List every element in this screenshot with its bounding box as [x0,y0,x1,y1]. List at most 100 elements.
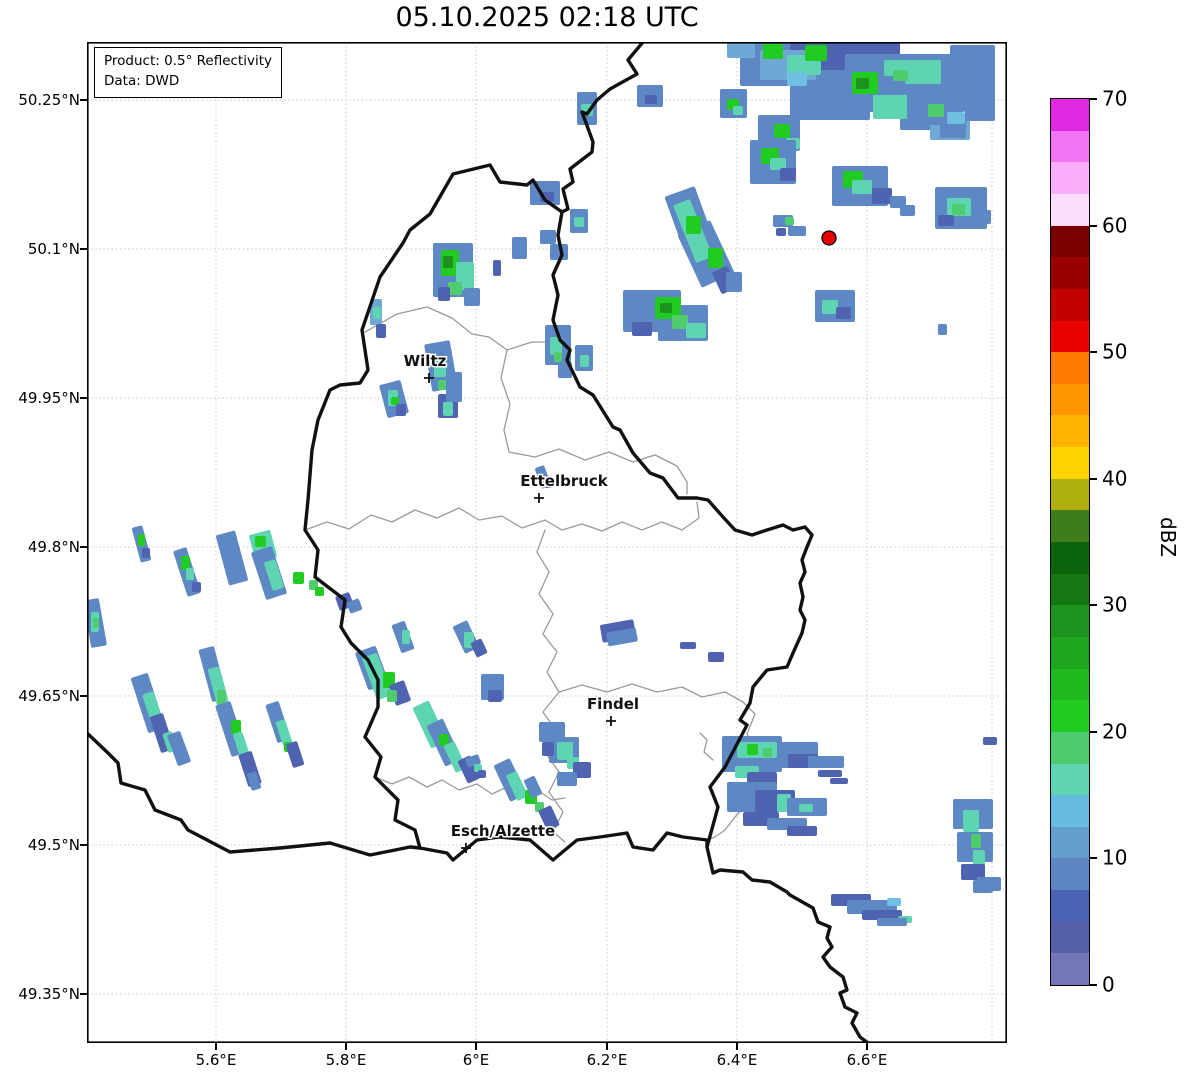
radar-echo-cell [774,124,790,138]
radar-echo-cell [733,106,743,115]
radar-echo-cell [983,737,997,745]
radar-echo-cell [142,548,150,558]
radar-echo-cell [448,282,462,295]
radar-echo-cell [975,210,991,224]
radar-echo-cell [877,918,907,926]
radar-echo-cell [973,880,993,893]
region-border [364,306,557,351]
radar-echo-cell [928,104,944,117]
radar-echo-cell [952,204,965,215]
radar-echo-cell [138,534,145,546]
colorbar-segment [1051,130,1089,163]
colorbar-tickmark [1090,730,1097,733]
radar-echo-cell [255,536,266,547]
colorbar-segment [1051,193,1089,226]
lon-tickmark [215,1043,217,1050]
colorbar-tick-label: 0 [1102,972,1115,997]
country-border [560,42,645,214]
radar-echo-cell [217,690,226,704]
lat-tickmark [80,248,87,250]
radar-echo-cell [836,307,851,319]
radar-echo-cell [672,315,688,329]
radar-echo-cell [542,742,554,756]
colorbar-tickmark [1090,477,1097,480]
colorbar-segment [1051,826,1089,859]
colorbar-tick-label: 40 [1102,466,1128,491]
radar-echo-cell [231,720,241,734]
lat-tick-label: 49.65°N [18,687,80,705]
radar-echo-cell [660,303,672,313]
region-border [304,507,480,531]
radar-echo-cell [788,226,806,236]
radar-echo-cell [873,95,909,119]
colorbar-segment [1051,351,1089,384]
lon-tick-label: 5.6°E [195,1051,237,1069]
radar-echo-cell [971,834,981,848]
radar-echo-cell [540,230,556,244]
colorbar-segment [1051,604,1089,637]
radar-echo-cell [938,324,947,335]
product-info-box: Product: 0.5° Reflectivity Data: DWD [94,47,282,98]
radar-echo-cell [686,216,701,234]
radar-echo-cell [787,826,817,836]
radar-site-dot [821,230,837,246]
colorbar-segment [1051,320,1089,353]
colorbar-segment [1051,256,1089,289]
radar-echo-cell [747,744,758,755]
radar-echo-cell [726,272,742,292]
lon-tickmark [345,1043,347,1050]
radar-echo-cell [887,898,901,906]
colorbar-tickmark [1090,604,1097,607]
radar-echo-cell [438,287,450,301]
colorbar-segment [1051,415,1089,448]
radar-echo-cell [856,78,869,89]
colorbar-segment [1051,446,1089,479]
region-border [536,529,566,843]
radar-echo-cell [93,618,99,628]
product-line: Product: 0.5° Reflectivity [104,53,272,69]
radar-echo-cell [763,44,783,59]
radar-echo-cell [376,324,386,338]
colorbar [1050,98,1090,986]
radar-echo-cell [686,323,706,338]
region-border [478,501,700,532]
colorbar-segment [1051,98,1089,131]
radar-echo-cell [632,322,652,336]
colorbar-tickmark [1090,98,1097,100]
colorbar-segment [1051,573,1089,606]
radar-echo-cell [402,630,410,644]
colorbar-segment [1051,225,1089,258]
colorbar-segment [1051,478,1089,511]
lon-tick-label: 6°E [462,1051,490,1069]
radar-echo-cell [443,256,453,268]
region-border [699,732,714,761]
lat-tickmark [80,397,87,399]
colorbar-segment [1051,952,1089,985]
colorbar-segment [1051,541,1089,574]
radar-echo-cell [805,45,827,61]
colorbar-tickmark [1090,351,1097,354]
radar-echo-cell [763,748,772,757]
lon-tick-label: 5.8°E [325,1051,367,1069]
radar-echo-cell [799,804,813,812]
data-source-line: Data: DWD [104,73,180,90]
lat-tickmark [80,695,87,697]
radar-echo-cell [512,237,527,259]
lon-tickmark [736,1043,738,1050]
radar-echo-cell [938,215,954,226]
colorbar-segment [1051,636,1089,669]
colorbar-tick-label: 60 [1102,213,1128,238]
colorbar-tick-label: 30 [1102,592,1128,617]
radar-echo-cell [464,288,480,306]
colorbar-segment [1051,889,1089,922]
radar-echo-cell [808,756,844,768]
lon-tickmark [866,1043,868,1050]
radar-echo-cell [181,556,190,570]
radar-echo-cell [983,86,995,102]
colorbar-segment [1051,668,1089,701]
radar-echo-cell [963,810,979,832]
lat-tickmark [80,99,87,101]
colorbar-segment [1051,921,1089,954]
radar-echo-cell [787,72,807,86]
city-marker [606,716,616,726]
